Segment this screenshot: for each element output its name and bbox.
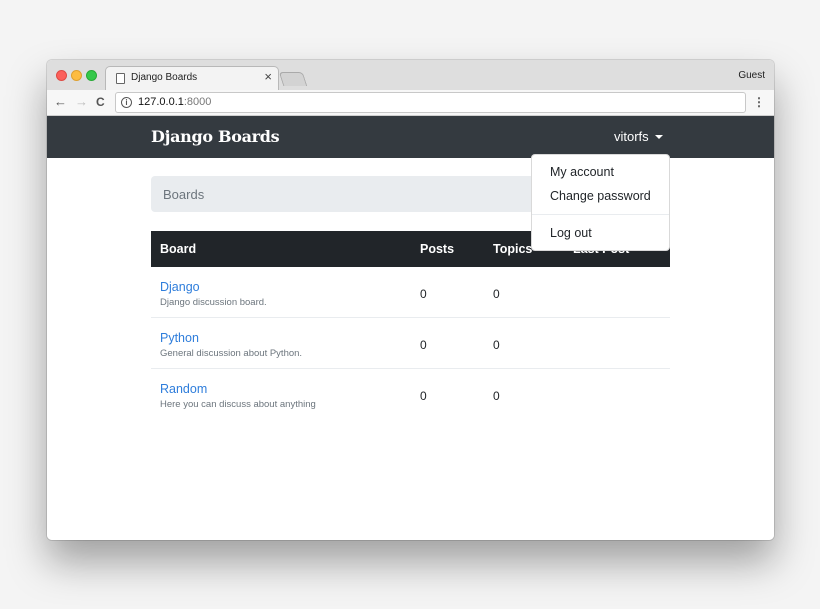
table-row: Django Django discussion board. 0 0 — [151, 267, 670, 318]
brand-logo[interactable]: Django Boards — [151, 127, 280, 146]
board-link[interactable]: Random — [160, 382, 207, 396]
browser-toolbar: ← → C i 127.0.0.1:8000 ⋮ — [47, 90, 774, 116]
menu-item-log-out[interactable]: Log out — [550, 226, 592, 240]
page-icon — [116, 73, 125, 84]
url-text[interactable]: 127.0.0.1:8000 — [138, 96, 211, 108]
topics-count: 0 — [493, 389, 500, 403]
address-bar[interactable]: i 127.0.0.1:8000 — [115, 92, 746, 113]
back-arrow-icon[interactable]: ← — [54, 95, 67, 109]
username: vitorfs — [614, 129, 649, 144]
menu-divider — [532, 214, 669, 215]
user-dropdown-menu: My account Change password Log out — [531, 154, 670, 251]
tab-title: Django Boards — [131, 72, 198, 83]
zoom-window-button[interactable] — [86, 70, 97, 81]
user-menu-toggle[interactable]: vitorfs — [614, 129, 663, 144]
topics-count: 0 — [493, 287, 500, 301]
browser-menu-icon[interactable]: ⋮ — [753, 95, 765, 109]
browser-titlebar: Django Boards × Guest — [47, 60, 774, 90]
app-navbar: Django Boards vitorfs — [47, 116, 774, 158]
reload-icon[interactable]: C — [96, 95, 105, 109]
header-posts: Posts — [420, 242, 455, 256]
posts-count: 0 — [420, 287, 427, 301]
posts-count: 0 — [420, 389, 427, 403]
board-description: Django discussion board. — [160, 297, 267, 308]
table-row: Random Here you can discuss about anythi… — [151, 369, 670, 420]
topics-count: 0 — [493, 338, 500, 352]
header-topics: Topics — [493, 242, 533, 256]
browser-tab[interactable]: Django Boards × — [105, 66, 279, 90]
table-row: Python General discussion about Python. … — [151, 318, 670, 369]
menu-item-change-password[interactable]: Change password — [550, 189, 651, 203]
info-icon[interactable]: i — [121, 97, 132, 108]
board-link[interactable]: Django — [160, 280, 200, 294]
new-tab-button[interactable] — [278, 72, 308, 86]
menu-item-my-account[interactable]: My account — [550, 165, 614, 179]
profile-label[interactable]: Guest — [738, 70, 765, 81]
browser-window: Django Boards × Guest ← → C i 127.0.0.1:… — [47, 60, 774, 540]
url-port: :8000 — [183, 96, 212, 108]
board-description: General discussion about Python. — [160, 348, 303, 359]
close-window-button[interactable] — [56, 70, 67, 81]
page-viewport: Django Boards vitorfs Boards Board Posts… — [47, 116, 774, 540]
caret-down-icon — [654, 135, 663, 139]
minimize-window-button[interactable] — [71, 70, 82, 81]
boards-table: Board Posts Topics Last Post Django Djan… — [151, 231, 670, 420]
board-link[interactable]: Python — [160, 331, 199, 345]
header-board: Board — [160, 242, 197, 256]
url-host: 127.0.0.1 — [138, 96, 184, 108]
breadcrumb-item-boards: Boards — [163, 187, 205, 202]
posts-count: 0 — [420, 338, 427, 352]
board-description: Here you can discuss about anything — [160, 399, 316, 410]
forward-arrow-icon[interactable]: → — [75, 95, 88, 109]
tab-close-icon[interactable]: × — [264, 69, 272, 84]
